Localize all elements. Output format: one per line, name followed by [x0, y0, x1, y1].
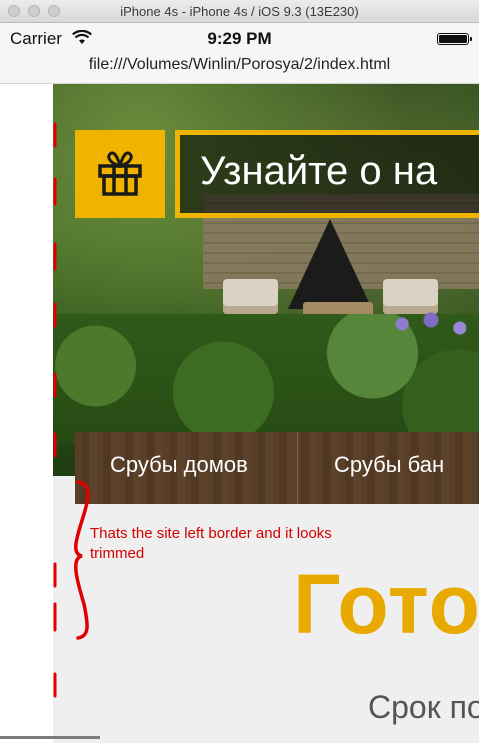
annotation-text: Thats the site left border and it looks … — [90, 525, 332, 562]
address-bar[interactable]: file:///Volumes/Winlin/Porosya/2/index.h… — [0, 53, 479, 84]
promo-banner[interactable]: Узнайте о на — [175, 130, 479, 218]
nav-divider — [297, 432, 298, 504]
url-text: file:///Volumes/Winlin/Porosya/2/index.h… — [88, 56, 391, 73]
simulator-title-bar: iPhone 4s - iPhone 4s / iOS 9.3 (13E230) — [0, 0, 479, 23]
umbrella — [288, 219, 372, 309]
ios-status-bar: Carrier 9:29 PM — [0, 23, 479, 53]
battery-icon — [437, 33, 472, 45]
promo-text: Узнайте о на — [200, 149, 438, 193]
scroll-indicator — [0, 736, 100, 739]
main-nav: Срубы домов Срубы бан — [75, 432, 479, 504]
web-viewport: Узнайте о на Срубы домов Срубы бан Готов… — [0, 84, 479, 743]
nav-item-log-baths[interactable]: Срубы бан — [334, 452, 444, 478]
clock: 9:29 PM — [207, 29, 272, 48]
window-title: iPhone 4s - iPhone 4s / iOS 9.3 (13E230) — [120, 4, 359, 19]
page-subheading: Срок по — [368, 689, 479, 725]
annotation-marker — [53, 122, 90, 698]
page-heading: Готов — [293, 557, 479, 651]
garden-flowers — [383, 304, 479, 344]
nav-item-log-houses[interactable]: Срубы домов — [110, 452, 248, 478]
garden-chair — [223, 279, 278, 314]
